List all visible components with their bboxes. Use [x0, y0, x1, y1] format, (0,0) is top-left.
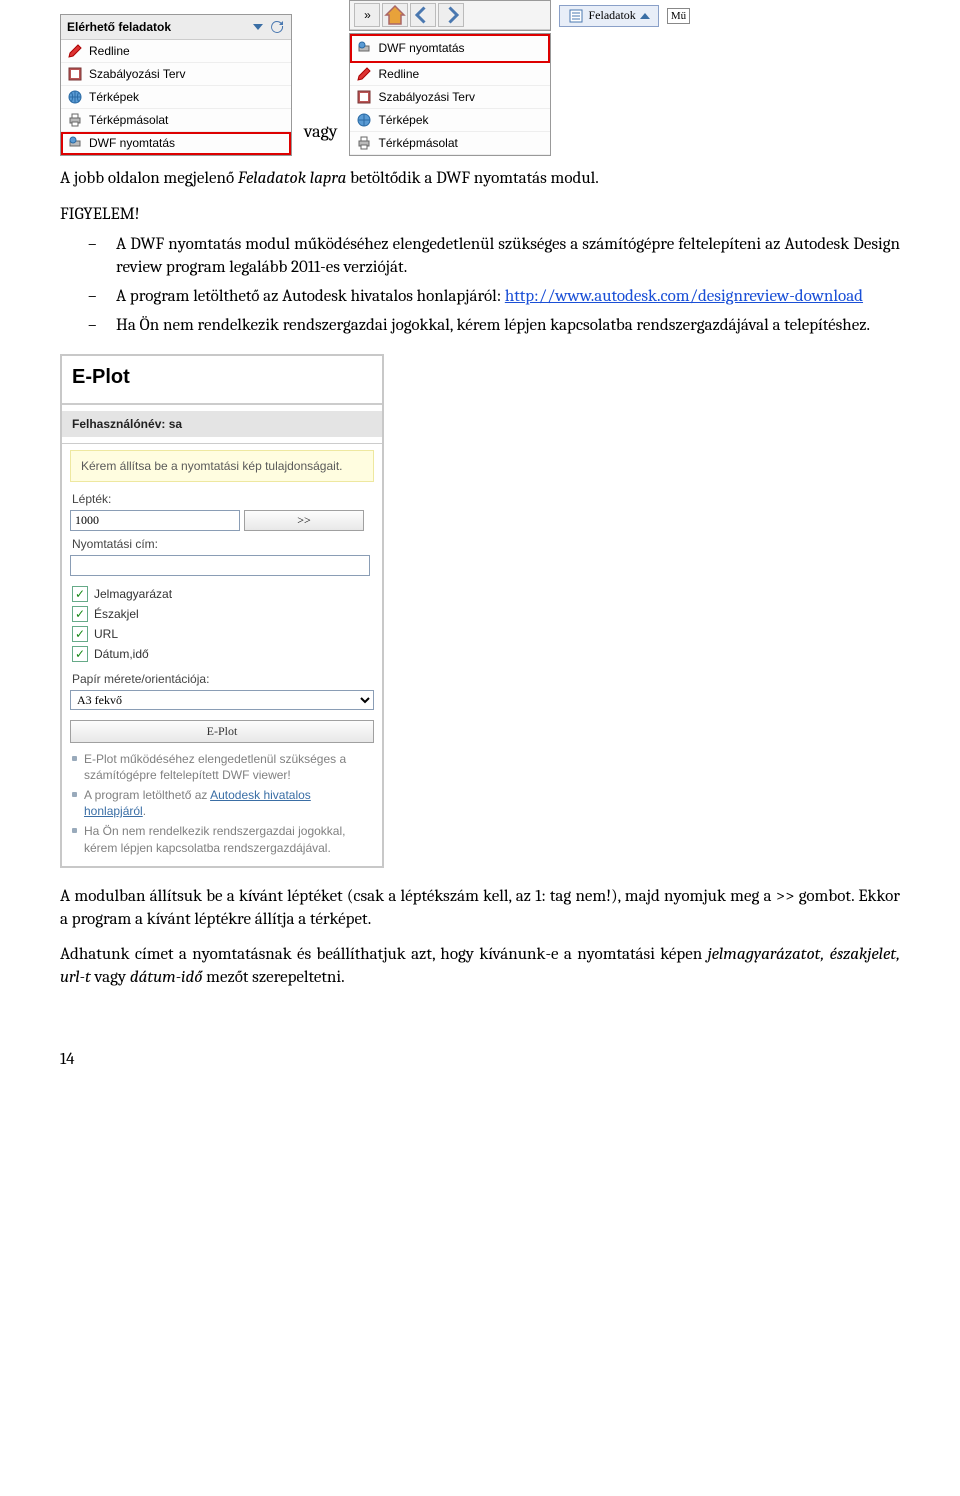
refresh-icon[interactable] — [269, 19, 285, 35]
vagy-label: vagy — [300, 121, 341, 156]
chevron-up-icon — [640, 13, 650, 19]
task-label: Térképek — [378, 113, 428, 127]
note-item: E-Plot működéséhez elengedetlenül szüksé… — [72, 751, 372, 783]
paper-label: Papír mérete/orientációja: — [62, 668, 382, 688]
tasks-panel-right: DWF nyomtatás Redline Szabályozási Terv … — [349, 33, 551, 156]
printer-doc-icon — [356, 135, 372, 151]
print-title-label: Nyomtatási cím: — [62, 533, 382, 553]
panel-title: Elérhető feladatok — [67, 20, 247, 34]
text: . — [143, 804, 146, 818]
check-row[interactable]: Jelmagyarázat — [62, 584, 382, 604]
tasks-panel-left: Elérhető feladatok Redline Szabályozási … — [60, 14, 292, 156]
task-label: Szabályozási Terv — [378, 90, 475, 104]
checkbox-checked-icon[interactable] — [72, 626, 88, 642]
check-label: Északjel — [94, 607, 139, 621]
eplot-user: Felhasználónév: sa — [62, 411, 382, 437]
task-item-highlight[interactable]: DWF nyomtatás — [61, 132, 291, 155]
pencil-icon — [67, 43, 83, 59]
task-item[interactable]: Térképek — [61, 86, 291, 109]
eplot-panel: E-Plot Felhasználónév: sa Kérem állítsa … — [60, 354, 384, 868]
eplot-hint: Kérem állítsa be a nyomtatási kép tulajd… — [70, 450, 374, 482]
task-item[interactable]: Szabályozási Terv — [61, 63, 291, 86]
text: vagy — [91, 968, 130, 987]
paragraph: A modulban állítsuk be a kívánt léptéket… — [60, 886, 900, 932]
task-label: Térképmásolat — [378, 136, 457, 150]
forward-icon[interactable] — [438, 3, 464, 27]
mu-chip: Mű — [667, 8, 690, 24]
paragraph: A jobb oldalon megjelenő Feladatok lapra… — [60, 168, 900, 191]
task-item[interactable]: Térképmásolat — [61, 109, 291, 132]
task-label: DWF nyomtatás — [378, 41, 464, 55]
task-label: Térképmásolat — [89, 113, 168, 127]
globe-icon — [67, 89, 83, 105]
scale-label: Lépték: — [62, 488, 382, 508]
back-icon[interactable] — [410, 3, 436, 27]
print-title-input[interactable] — [70, 555, 370, 576]
text: mezőt szerepeltetni. — [202, 968, 344, 987]
map-doc-icon — [356, 89, 372, 105]
check-row[interactable]: URL — [62, 624, 382, 644]
paper-select[interactable]: A3 fekvő — [70, 690, 374, 710]
figyelem-heading: FIGYELEM! — [60, 205, 900, 224]
map-doc-icon — [67, 66, 83, 82]
task-item-highlight[interactable]: DWF nyomtatás — [350, 34, 550, 63]
check-label: Jelmagyarázat — [94, 587, 172, 601]
checkbox-checked-icon[interactable] — [72, 586, 88, 602]
printer-doc-icon — [67, 112, 83, 128]
paragraph: Adhatunk címet a nyomtatásnak és beállít… — [60, 944, 900, 990]
toolbar: » — [349, 0, 551, 31]
tab-feladatok[interactable]: Feladatok — [559, 5, 658, 27]
text: betöltődik a DWF nyomtatás modul. — [346, 169, 598, 188]
text-italic: dátum-idő — [130, 968, 203, 987]
dwf-print-icon — [67, 135, 83, 151]
text: A program letölthető az Autodesk hivatal… — [116, 287, 505, 306]
expand-icon[interactable]: » — [354, 3, 380, 27]
checkbox-checked-icon[interactable] — [72, 646, 88, 662]
panel-header: Elérhető feladatok — [61, 15, 291, 40]
eplot-submit-button[interactable]: E-Plot — [70, 720, 374, 743]
checkbox-checked-icon[interactable] — [72, 606, 88, 622]
task-item[interactable]: Szabályozási Terv — [350, 86, 550, 109]
dwf-print-icon — [356, 40, 372, 56]
text: A jobb oldalon megjelenő — [60, 169, 238, 188]
bullet-item: Ha Ön nem rendelkezik rendszergazdai jog… — [88, 315, 900, 338]
eplot-title: E-Plot — [72, 366, 372, 389]
bullet-item: A program letölthető az Autodesk hivatal… — [88, 286, 900, 309]
check-row[interactable]: Dátum,idő — [62, 644, 382, 664]
task-item[interactable]: Redline — [350, 63, 550, 86]
scale-input[interactable] — [70, 510, 240, 531]
page-number: 14 — [60, 1050, 900, 1069]
chevron-down-icon[interactable] — [253, 24, 263, 30]
scale-go-button[interactable]: >> — [244, 510, 364, 531]
task-label: DWF nyomtatás — [89, 136, 175, 150]
list-icon — [568, 8, 584, 24]
tab-label: Feladatok — [588, 8, 635, 23]
task-item[interactable]: Térképmásolat — [350, 132, 550, 155]
check-label: URL — [94, 627, 118, 641]
text-italic: Feladatok lapra — [238, 169, 347, 188]
check-label: Dátum,idő — [94, 647, 149, 661]
eplot-notes: E-Plot működéséhez elengedetlenül szüksé… — [72, 751, 372, 856]
text: A program letölthető az — [84, 788, 210, 802]
task-label: Szabályozási Terv — [89, 67, 186, 81]
task-item[interactable]: Térképek — [350, 109, 550, 132]
download-link[interactable]: http://www.autodesk.com/designreview-dow… — [505, 287, 863, 306]
check-row[interactable]: Északjel — [62, 604, 382, 624]
globe-icon — [356, 112, 372, 128]
bullet-list: A DWF nyomtatás modul működéséhez elenge… — [88, 234, 900, 338]
pencil-icon — [356, 66, 372, 82]
task-label: Térképek — [89, 90, 139, 104]
home-icon[interactable] — [382, 3, 408, 27]
text: Adhatunk címet a nyomtatásnak és beállít… — [60, 945, 708, 964]
task-item[interactable]: Redline — [61, 40, 291, 63]
note-item: Ha Ön nem rendelkezik rendszergazdai jog… — [72, 823, 372, 855]
task-label: Redline — [378, 67, 419, 81]
task-label: Redline — [89, 44, 130, 58]
bullet-item: A DWF nyomtatás modul működéséhez elenge… — [88, 234, 900, 280]
note-item: A program letölthető az Autodesk hivatal… — [72, 787, 372, 819]
